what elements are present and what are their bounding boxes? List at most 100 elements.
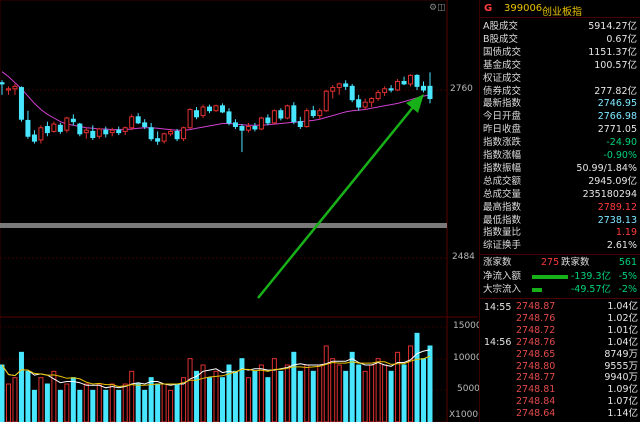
- volume-bar: [284, 364, 290, 422]
- tick-row: 2748.84 1.07亿: [482, 396, 638, 408]
- candle-body: [317, 110, 323, 117]
- tick-volume: 1.04亿: [607, 336, 638, 348]
- volume-bar: [25, 370, 31, 422]
- candle-body: [304, 110, 310, 128]
- candle-body: [83, 129, 89, 134]
- market-badge: G: [484, 3, 493, 14]
- candle-body: [310, 110, 316, 117]
- stat-value: 100.57亿: [594, 59, 637, 71]
- stat-row: 权证成交: [483, 73, 637, 85]
- candle-body: [148, 127, 154, 140]
- volume-bar: [330, 358, 336, 422]
- down-count-value: 561: [618, 257, 637, 268]
- vol-axis-5000: 5000: [457, 384, 480, 394]
- trend-arrow-head: [406, 94, 424, 113]
- volume-bar: [77, 389, 83, 422]
- volume-bar: [245, 377, 251, 422]
- volume-bar: [38, 377, 44, 422]
- stat-label: 债券成交: [483, 85, 522, 97]
- volume-bar: [343, 370, 349, 422]
- candle-body: [421, 85, 427, 91]
- stat-row: A股成交 5914.27亿: [483, 21, 637, 33]
- volume-bar: [265, 377, 271, 422]
- stat-row: 指数振幅 50.99/1.84%: [483, 163, 637, 175]
- tick-price: 2748.65: [516, 348, 556, 360]
- tick-volume: 1.14亿: [607, 408, 638, 420]
- volume-bar: [382, 364, 388, 422]
- volume-bar: [90, 389, 96, 422]
- volume-bar: [70, 377, 76, 422]
- stat-row: 指数涨跌 -24.90: [483, 137, 637, 149]
- volume-bar: [96, 383, 102, 422]
- stat-value: 2738.13: [597, 214, 637, 226]
- volume-bar: [155, 383, 161, 422]
- stat-value: 2766.98: [597, 111, 637, 123]
- tick-row: 2748.64 1.14亿: [482, 408, 638, 420]
- stat-row: 最高指数 2789.12: [483, 202, 637, 214]
- tick-row: 2748.80 9555万: [482, 361, 638, 373]
- volume-bar: [161, 383, 167, 422]
- volume-bar: [291, 351, 297, 422]
- tick-price: 2748.72: [516, 324, 556, 336]
- volume-bar: [408, 345, 414, 422]
- stat-row: 基金成交 100.57亿: [483, 60, 637, 72]
- stat-value: 2.61%: [606, 240, 637, 252]
- stat-value: 1151.37亿: [588, 46, 637, 58]
- candle-body: [271, 110, 277, 124]
- horizontal-band: [0, 223, 447, 228]
- candle-body: [427, 85, 433, 100]
- candle-body: [284, 105, 290, 119]
- candle-body: [109, 129, 115, 134]
- volume-bar: [168, 389, 174, 422]
- candle-body: [278, 110, 284, 119]
- candle-body: [349, 85, 355, 101]
- candle-body: [12, 85, 18, 90]
- toolbar-icons[interactable]: ⚙◫: [429, 3, 446, 13]
- up-count-label: 涨家数: [483, 257, 512, 268]
- candle-body: [70, 118, 76, 123]
- volume-bar: [0, 364, 5, 422]
- price-axis-high: 2760: [450, 84, 473, 94]
- stat-row: 最低指数 2738.13: [483, 215, 637, 227]
- candle-body: [336, 83, 342, 89]
- tick-row: 2748.81 1.09亿: [482, 384, 638, 396]
- volume-bar: [362, 370, 368, 422]
- chart-panel: ⚙◫ 2760 2484 15000 10000 5000 X1000: [0, 0, 482, 422]
- tick-price: 2748.81: [516, 384, 556, 396]
- stat-label: 总成交额: [483, 175, 522, 187]
- tick-volume: 9555万: [604, 360, 638, 372]
- volume-bar: [174, 383, 180, 422]
- volume-bar: [421, 358, 427, 422]
- candle-body: [330, 87, 336, 92]
- flow-label: 大宗流入: [483, 284, 522, 295]
- stat-value: 50.99/1.84%: [576, 162, 637, 174]
- stat-value: 2789.12: [597, 201, 637, 213]
- divider: [480, 17, 640, 18]
- volume-bar: [317, 364, 323, 422]
- candle-body: [129, 116, 135, 129]
- volume-bar: [219, 377, 225, 422]
- volume-bar: [57, 389, 63, 422]
- candle-body: [194, 110, 200, 118]
- flow-pct: -2%: [618, 284, 638, 295]
- candle-body: [362, 101, 368, 108]
- volume-bar: [116, 389, 122, 422]
- tick-price: 2748.77: [516, 372, 556, 384]
- volume-bar: [83, 383, 89, 422]
- volume-bar: [5, 383, 11, 422]
- price-chart[interactable]: [0, 0, 478, 422]
- volume-bar: [122, 383, 128, 422]
- vol-axis-10000: 10000: [453, 353, 482, 363]
- volume-bar: [109, 383, 115, 422]
- volume-bar: [336, 364, 342, 422]
- candle-body: [161, 133, 167, 142]
- stat-value: 5914.27亿: [588, 21, 637, 32]
- candle-body: [343, 83, 349, 87]
- candle-body: [297, 121, 303, 128]
- candle-body: [38, 127, 44, 141]
- candle-body: [388, 88, 394, 91]
- volume-bar: [356, 364, 362, 422]
- stat-label: 最低指数: [483, 214, 522, 226]
- candle-body: [5, 88, 11, 91]
- candle-body: [103, 129, 109, 135]
